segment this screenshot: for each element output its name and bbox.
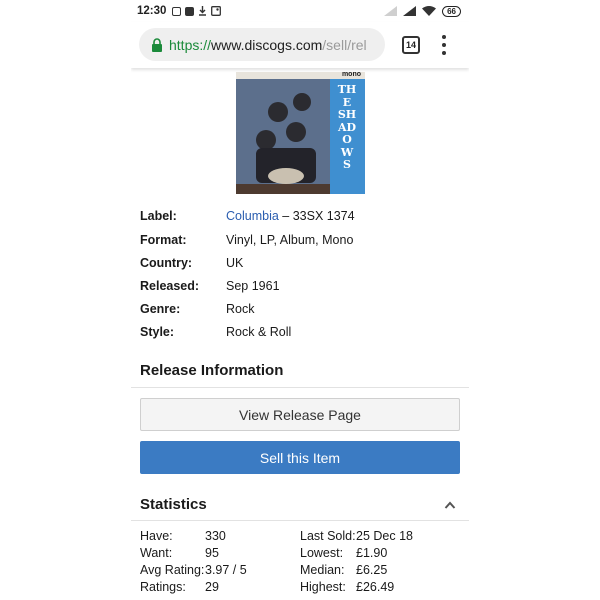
detail-country-value: UK <box>226 256 244 270</box>
chevron-up-icon[interactable] <box>444 500 456 510</box>
stat-ratings-label: Ratings: <box>140 580 186 594</box>
detail-country-label: Country: <box>140 256 193 270</box>
stat-have-value[interactable]: 330 <box>205 529 226 543</box>
detail-label-value: Columbia – 33SX 1374 <box>226 209 355 223</box>
download-icon <box>199 6 207 16</box>
release-information-heading: Release Information <box>140 362 284 379</box>
detail-genre-value: Rock <box>226 302 255 316</box>
stat-highest-label: Highest: <box>300 580 346 594</box>
stat-ratings-value[interactable]: 29 <box>205 580 219 594</box>
stat-median-value: £6.25 <box>356 563 388 577</box>
signal-icon <box>403 6 417 16</box>
stat-last-sold-label: Last Sold: <box>300 529 356 543</box>
detail-genre-label: Genre: <box>140 302 181 316</box>
battery-indicator: 66 <box>442 5 461 17</box>
tab-switcher-button[interactable]: 14 <box>402 36 420 54</box>
stat-avg-rating-value: 3.97 / 5 <box>205 563 247 577</box>
detail-released-label: Released: <box>140 279 200 293</box>
status-time: 12:30 <box>137 5 167 17</box>
cover-badge: mono <box>341 72 361 78</box>
browser-toolbar: https://www.discogs.com/sell/rel 14 <box>131 22 469 68</box>
detail-label-label: Label: <box>140 209 177 223</box>
detail-format-label: Format: <box>140 233 187 247</box>
phone-screen: 12:30 66 https://www.discogs.com/sell/re… <box>131 0 469 600</box>
divider <box>131 520 469 521</box>
statistics-heading: Statistics <box>140 496 207 513</box>
stat-last-sold-value[interactable]: 25 Dec 18 <box>356 529 413 543</box>
url-text: https://www.discogs.com/sell/rel <box>169 36 367 53</box>
app-icon <box>172 6 182 16</box>
stat-highest-value: £26.49 <box>356 580 395 594</box>
divider <box>131 387 469 388</box>
facebook-icon <box>185 6 195 16</box>
cover-title: THE SHADOWS <box>337 83 357 171</box>
stat-median-label: Median: <box>300 563 345 577</box>
gallery-icon <box>211 6 222 16</box>
detail-format-value: Vinyl, LP, Album, Mono <box>226 233 354 247</box>
stat-want-label: Want: <box>140 546 173 560</box>
stat-want-value[interactable]: 95 <box>205 546 219 560</box>
detail-style-label: Style: <box>140 325 175 339</box>
lock-icon <box>152 37 162 52</box>
stat-lowest-label: Lowest: <box>300 546 344 560</box>
wifi-icon <box>422 6 437 16</box>
address-bar[interactable]: https://www.discogs.com/sell/rel <box>139 28 385 61</box>
stat-lowest-value: £1.90 <box>356 546 388 560</box>
album-cover-image[interactable]: mono THE SHADOWS <box>236 72 365 194</box>
overflow-menu-icon[interactable] <box>441 35 447 55</box>
view-release-page-button[interactable]: View Release Page <box>140 398 460 431</box>
detail-style-value: Rock & Roll <box>226 325 292 339</box>
label-link[interactable]: Columbia <box>226 209 279 223</box>
signal-weak-icon <box>384 6 398 16</box>
status-bar: 12:30 66 <box>131 0 469 22</box>
sell-this-item-button[interactable]: Sell this Item <box>140 441 460 474</box>
stat-avg-rating-label: Avg Rating: <box>140 563 205 577</box>
detail-released-value: Sep 1961 <box>226 279 280 293</box>
stat-have-label: Have: <box>140 529 173 543</box>
